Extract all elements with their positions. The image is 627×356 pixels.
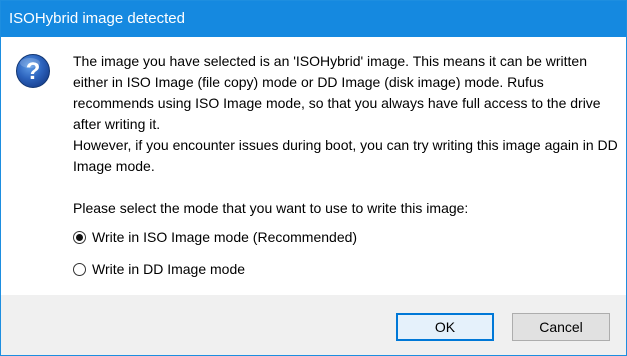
radio-label-dd[interactable]: Write in DD Image mode: [92, 261, 245, 277]
mode-prompt: Please select the mode that you want to …: [73, 200, 469, 216]
radio-button-dd[interactable]: [73, 262, 86, 276]
message-paragraph-1: The image you have selected is an 'ISOHy…: [73, 53, 601, 132]
title-bar[interactable]: ISOHybrid image detected: [1, 1, 626, 37]
svg-text:?: ?: [26, 58, 41, 85]
message-paragraph-2: However, if you encounter issues during …: [73, 137, 618, 174]
button-bar: OK Cancel: [1, 295, 626, 355]
dialog-window: ISOHybrid image detected ? The image you…: [0, 0, 627, 356]
cancel-button[interactable]: Cancel: [512, 313, 610, 341]
dialog-title: ISOHybrid image detected: [9, 10, 185, 27]
ok-button[interactable]: OK: [396, 313, 494, 341]
radio-option-iso[interactable]: Write in ISO Image mode (Recommended): [73, 227, 357, 247]
question-icon: ?: [15, 53, 51, 89]
radio-option-dd[interactable]: Write in DD Image mode: [73, 259, 245, 279]
radio-button-iso[interactable]: [73, 230, 86, 244]
radio-label-iso[interactable]: Write in ISO Image mode (Recommended): [92, 229, 357, 245]
message-area: The image you have selected is an 'ISOHy…: [73, 51, 618, 219]
